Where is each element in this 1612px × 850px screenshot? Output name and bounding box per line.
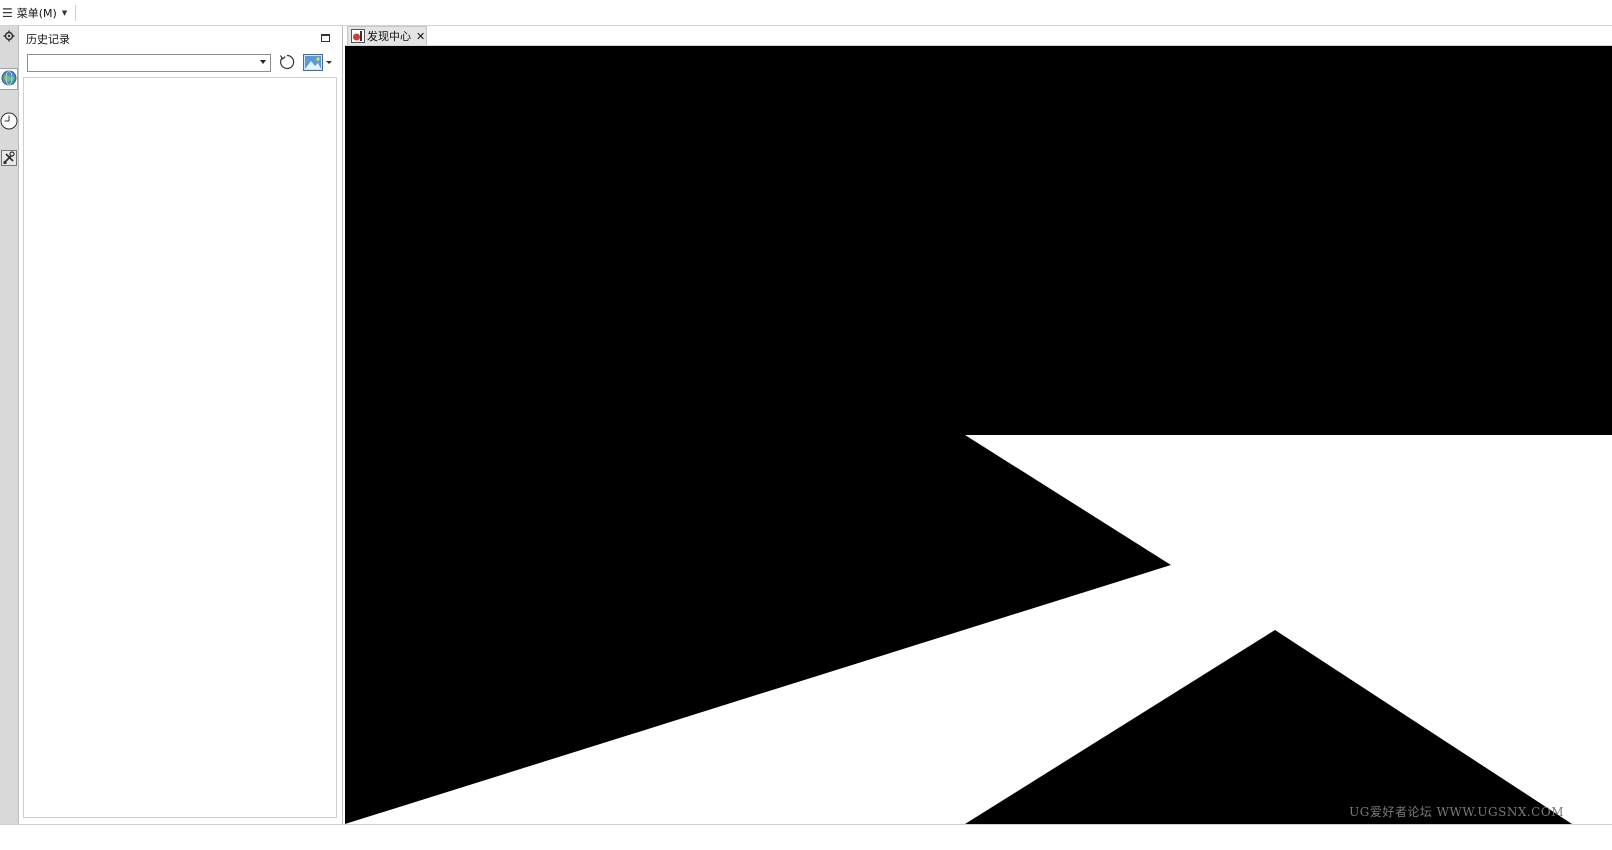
tab-discovery-center[interactable]: 发现中心 ✕ (347, 26, 427, 45)
history-panel: 历史记录 (19, 26, 343, 824)
menu-separator (75, 4, 77, 21)
resource-bar-settings-button[interactable] (0, 28, 18, 46)
resource-bar-tools-tab[interactable] (0, 148, 18, 170)
resource-bar (0, 26, 19, 850)
tab-label: 发现中心 (367, 30, 411, 43)
discovery-icon (351, 29, 365, 43)
watermark-text: UG爱好者论坛 WWW.UGSNX.COM (1349, 805, 1564, 819)
document-tab-bar: 发现中心 ✕ (345, 26, 1612, 46)
viewport-canvas (345, 46, 1612, 824)
maximize-icon[interactable] (321, 34, 330, 42)
refresh-button[interactable] (277, 52, 297, 74)
resource-bar-history-tab[interactable] (0, 110, 18, 134)
chevron-down-icon: ▼ (61, 8, 68, 17)
main-menu-button[interactable]: ☰ 菜单(M) ▼ (0, 2, 71, 24)
menu-bar: ☰ 菜单(M) ▼ (0, 0, 1612, 26)
dropdown-arrow-icon (260, 60, 266, 64)
status-bar (0, 824, 1612, 850)
tools-icon (1, 149, 17, 169)
main-menu-label: 菜单(M) (16, 6, 57, 20)
graphics-window[interactable]: UG爱好者论坛 WWW.UGSNX.COM (345, 46, 1612, 824)
panel-title: 历史记录 (26, 33, 70, 46)
resource-bar-web-browser-tab[interactable] (0, 68, 18, 90)
hamburger-icon: ☰ (2, 5, 13, 20)
close-icon[interactable]: ✕ (416, 30, 425, 43)
refresh-icon (278, 53, 296, 74)
history-filter-dropdown[interactable] (27, 54, 271, 72)
chevron-down-icon[interactable] (326, 61, 332, 64)
web-globe-icon (1, 70, 17, 89)
image-view-button[interactable] (303, 54, 323, 72)
settings-gear-icon (3, 30, 15, 45)
image-view-icon (303, 54, 323, 75)
history-clock-icon (0, 112, 18, 133)
history-list[interactable] (23, 77, 337, 818)
